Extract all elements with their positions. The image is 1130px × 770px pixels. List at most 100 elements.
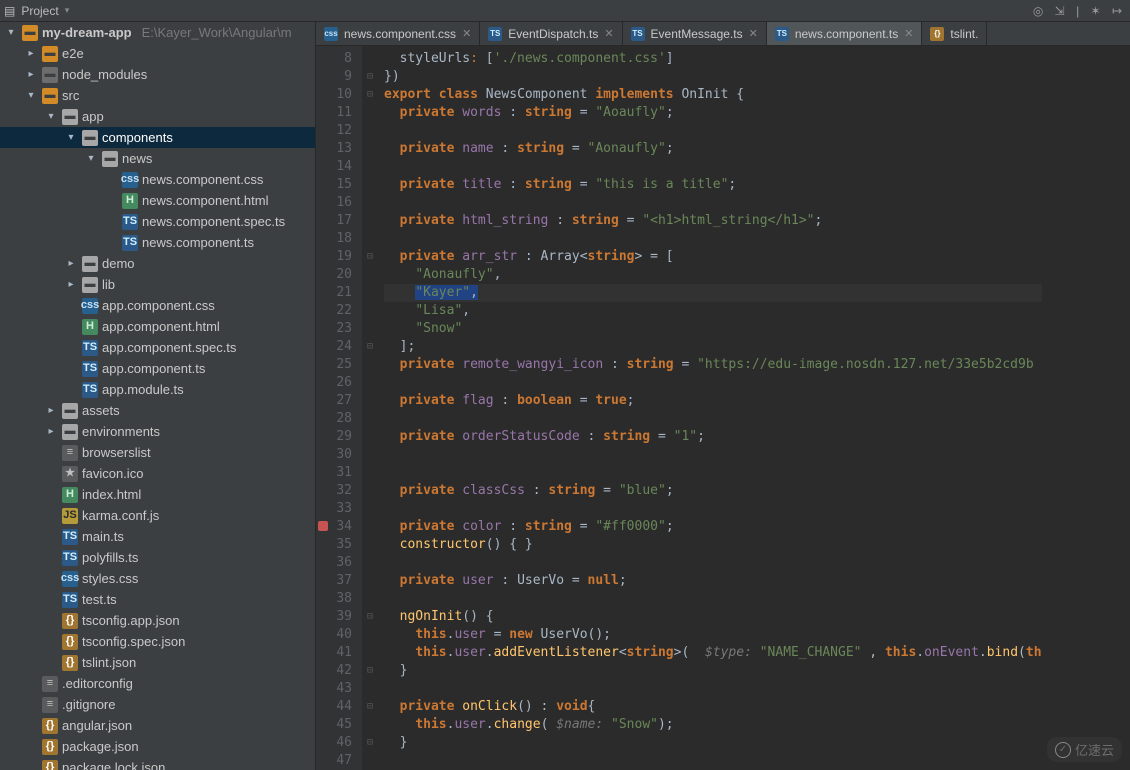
tree-item[interactable]: ▸▬node_modules xyxy=(0,64,315,85)
line-number[interactable]: 9 xyxy=(316,68,352,86)
editor-tab[interactable]: TSEventDispatch.ts✕ xyxy=(480,22,622,45)
tree-item[interactable]: ▸{}package.lock.json xyxy=(0,757,315,770)
close-icon[interactable]: ✕ xyxy=(604,27,613,40)
fold-marker[interactable]: ⊟ xyxy=(362,86,378,104)
code-line[interactable]: private title : string = "this is a titl… xyxy=(384,176,1042,194)
code-line[interactable] xyxy=(384,464,1042,482)
close-icon[interactable]: ✕ xyxy=(749,27,758,40)
line-number[interactable]: 37 xyxy=(316,572,352,590)
line-number[interactable]: 28 xyxy=(316,410,352,428)
code-line[interactable]: private remote_wangyi_icon : string = "h… xyxy=(384,356,1042,374)
tree-item[interactable]: ▸{}tsconfig.spec.json xyxy=(0,631,315,652)
tree-item[interactable]: ▸▬lib xyxy=(0,274,315,295)
code-line[interactable] xyxy=(384,752,1042,770)
code-line[interactable] xyxy=(384,680,1042,698)
tree-item[interactable]: ▸▬environments xyxy=(0,421,315,442)
code-line[interactable]: } xyxy=(384,662,1042,680)
tree-item[interactable]: ▸▬demo xyxy=(0,253,315,274)
code-line[interactable]: "Aonaufly", xyxy=(384,266,1042,284)
tree-item[interactable]: ▾▬components xyxy=(0,127,315,148)
line-number[interactable]: 45 xyxy=(316,716,352,734)
gear-icon[interactable]: ✶ xyxy=(1091,4,1101,18)
line-number[interactable]: 34 xyxy=(316,518,352,536)
line-number[interactable]: 13 xyxy=(316,140,352,158)
code-line[interactable]: } xyxy=(384,734,1042,752)
tree-item[interactable]: ▾▬my-dream-appE:\Kayer_Work\Angular\m xyxy=(0,22,315,43)
code-line[interactable] xyxy=(384,554,1042,572)
line-number[interactable]: 32 xyxy=(316,482,352,500)
tree-item[interactable]: ▸{}package.json xyxy=(0,736,315,757)
line-number[interactable]: 38 xyxy=(316,590,352,608)
line-number[interactable]: 19 xyxy=(316,248,352,266)
tree-item[interactable]: ▸TSapp.component.spec.ts xyxy=(0,337,315,358)
tree-item[interactable]: ▾▬news xyxy=(0,148,315,169)
code-line[interactable] xyxy=(384,230,1042,248)
code-line[interactable]: this.user.addEventListener<string>( $typ… xyxy=(384,644,1042,662)
tree-item[interactable]: ▸TSpolyfills.ts xyxy=(0,547,315,568)
tree-item[interactable]: ▸{}tsconfig.app.json xyxy=(0,610,315,631)
line-number[interactable]: 47 xyxy=(316,752,352,770)
line-number[interactable]: 39 xyxy=(316,608,352,626)
tree-item[interactable]: ▾▬app xyxy=(0,106,315,127)
line-number[interactable]: 30 xyxy=(316,446,352,464)
tree-item[interactable]: ▸Hindex.html xyxy=(0,484,315,505)
code-line[interactable] xyxy=(384,122,1042,140)
tree-item[interactable]: ▸TSnews.component.spec.ts xyxy=(0,211,315,232)
line-number[interactable]: 46 xyxy=(316,734,352,752)
tree-arrow-icon[interactable]: ▾ xyxy=(44,106,58,127)
code-editor[interactable]: 8910111213141516171819202122232425262728… xyxy=(316,46,1130,770)
code-line[interactable]: constructor() { } xyxy=(384,536,1042,554)
tree-item[interactable]: ▸JSkarma.conf.js xyxy=(0,505,315,526)
tree-item[interactable]: ▸{}angular.json xyxy=(0,715,315,736)
line-number[interactable]: 15 xyxy=(316,176,352,194)
line-number[interactable]: 16 xyxy=(316,194,352,212)
line-number[interactable]: 20 xyxy=(316,266,352,284)
editor-tabs[interactable]: cssnews.component.css✕TSEventDispatch.ts… xyxy=(316,22,1130,46)
code-line[interactable] xyxy=(384,194,1042,212)
tree-arrow-icon[interactable]: ▸ xyxy=(64,274,78,295)
target-icon[interactable]: ◎ xyxy=(1033,4,1043,18)
line-number[interactable]: 11 xyxy=(316,104,352,122)
tree-item[interactable]: ▸≡.gitignore xyxy=(0,694,315,715)
tree-arrow-icon[interactable]: ▸ xyxy=(24,43,38,64)
code-line[interactable]: private classCss : string = "blue"; xyxy=(384,482,1042,500)
line-number[interactable]: 31 xyxy=(316,464,352,482)
line-number[interactable]: 44 xyxy=(316,698,352,716)
line-number[interactable]: 26 xyxy=(316,374,352,392)
code-line[interactable] xyxy=(384,500,1042,518)
line-number[interactable]: 25 xyxy=(316,356,352,374)
code-line[interactable]: private orderStatusCode : string = "1"; xyxy=(384,428,1042,446)
editor-tab[interactable]: {}tslint. xyxy=(922,22,987,45)
project-sidebar[interactable]: ▾▬my-dream-appE:\Kayer_Work\Angular\m ▸▬e… xyxy=(0,22,316,770)
tree-item[interactable]: ▸cssapp.component.css xyxy=(0,295,315,316)
editor-tab[interactable]: cssnews.component.css✕ xyxy=(316,22,480,45)
tree-item[interactable]: ▸cssnews.component.css xyxy=(0,169,315,190)
tree-item[interactable]: ▸Happ.component.html xyxy=(0,316,315,337)
line-number[interactable]: 35 xyxy=(316,536,352,554)
tree-item[interactable]: ▸cssstyles.css xyxy=(0,568,315,589)
line-number[interactable]: 29 xyxy=(316,428,352,446)
tree-arrow-icon[interactable]: ▸ xyxy=(44,400,58,421)
tree-arrow-icon[interactable]: ▾ xyxy=(24,85,38,106)
close-icon[interactable]: ✕ xyxy=(904,27,913,40)
line-number[interactable]: 42 xyxy=(316,662,352,680)
tree-item[interactable]: ▸TStest.ts xyxy=(0,589,315,610)
tree-item[interactable]: ▸TSnews.component.ts xyxy=(0,232,315,253)
line-number[interactable]: 43 xyxy=(316,680,352,698)
fold-marker[interactable]: ⊟ xyxy=(362,248,378,266)
code-line[interactable]: private color : string = "#ff0000"; xyxy=(384,518,1042,536)
project-label[interactable]: ▤ Project ▾ xyxy=(4,4,69,18)
code-line[interactable] xyxy=(384,590,1042,608)
line-number[interactable]: 22 xyxy=(316,302,352,320)
tree-item[interactable]: ▾▬src xyxy=(0,85,315,106)
code-line[interactable]: "Snow" xyxy=(384,320,1042,338)
code-line[interactable]: private user : UserVo = null; xyxy=(384,572,1042,590)
line-number[interactable]: 12 xyxy=(316,122,352,140)
tree-item[interactable]: ▸≡.editorconfig xyxy=(0,673,315,694)
code-line[interactable] xyxy=(384,446,1042,464)
tree-item[interactable]: ▸▬assets xyxy=(0,400,315,421)
code-line[interactable]: styleUrls: ['./news.component.css'] xyxy=(384,50,1042,68)
fold-marker[interactable]: ⊟ xyxy=(362,338,378,356)
line-number[interactable]: 18 xyxy=(316,230,352,248)
fold-marker[interactable]: ⊟ xyxy=(362,68,378,86)
